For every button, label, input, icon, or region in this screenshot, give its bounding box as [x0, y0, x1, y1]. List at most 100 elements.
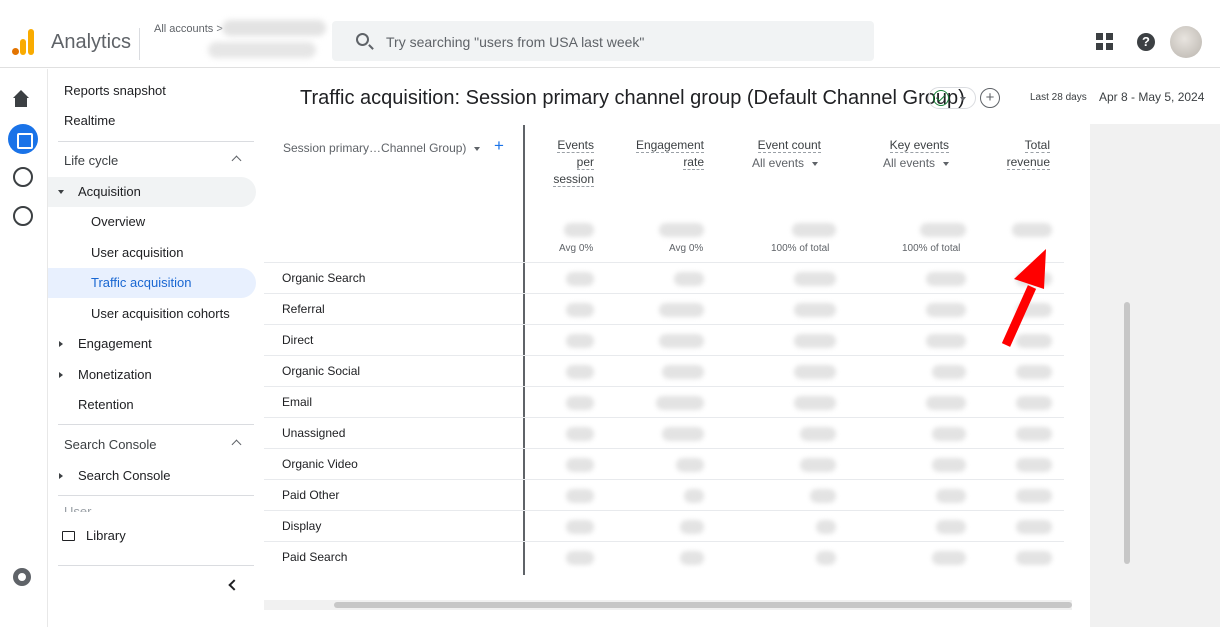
table-row[interactable]: Referral [264, 293, 1064, 324]
reports-icon[interactable] [8, 124, 38, 154]
col-header-events-per-session[interactable]: Events per session [544, 137, 594, 188]
horizontal-scrollbar-thumb[interactable] [334, 602, 1072, 608]
sidebar-divider [58, 141, 254, 142]
dimension-header[interactable]: Session primary…Channel Group) [283, 141, 466, 155]
total-key-events: 100% of total [902, 243, 961, 254]
left-rail [0, 69, 48, 627]
caret-down-icon [58, 190, 64, 194]
nav-reports-snapshot[interactable]: Reports snapshot [48, 76, 256, 106]
all-accounts-link[interactable]: All accounts > [154, 23, 223, 35]
row-channel-label[interactable]: Organic Video [282, 457, 358, 471]
account-name-redacted[interactable] [222, 20, 326, 36]
row-channel-label[interactable]: Paid Other [282, 488, 339, 502]
nav-label: Overview [91, 214, 146, 229]
sidebar-divider [58, 424, 254, 425]
nav-engagement[interactable]: Engagement [48, 329, 256, 359]
nav-label: User acquisition [91, 245, 184, 260]
table-row[interactable]: Display [264, 510, 1064, 541]
col-header-line: Events [557, 138, 594, 153]
col-header-event-count[interactable]: Event count [744, 137, 821, 154]
row-channel-label[interactable]: Organic Social [282, 364, 360, 378]
table-row[interactable]: Organic Social [264, 355, 1064, 386]
table-row[interactable]: Email [264, 386, 1064, 417]
nav-monetization[interactable]: Monetization [48, 360, 256, 390]
home-icon[interactable] [12, 89, 34, 111]
nav-user-acquisition-cohorts[interactable]: User acquisition cohorts [48, 299, 256, 329]
table-row[interactable]: Direct [264, 324, 1064, 355]
table-row[interactable]: Paid Search [264, 541, 1064, 572]
key-events-filter-dropdown[interactable]: All events [883, 156, 950, 170]
right-panel-bg [1090, 124, 1220, 627]
section-title: Life cycle [64, 153, 119, 168]
report-table: Session primary…Channel Group) + Events … [264, 125, 1064, 600]
filter-label: All events [883, 156, 936, 170]
total-event-count: 100% of total [771, 243, 830, 254]
avatar[interactable] [1170, 26, 1202, 58]
nav-label: Acquisition [78, 184, 141, 199]
nav-search-console[interactable]: Search Console [48, 461, 256, 491]
row-channel-label[interactable]: Email [282, 395, 312, 409]
col-header-total-revenue[interactable]: Total revenue [994, 137, 1050, 171]
add-comparison-button[interactable]: + [980, 88, 1000, 108]
analytics-logo-icon[interactable] [12, 29, 36, 55]
filter-label: All events [752, 156, 805, 170]
row-channel-label[interactable]: Paid Search [282, 550, 347, 564]
header-divider [139, 28, 140, 60]
row-channel-label[interactable]: Referral [282, 302, 325, 316]
total-value-redacted [792, 223, 836, 237]
event-count-filter-dropdown[interactable]: All events [752, 156, 819, 170]
date-range-label[interactable]: Last 28 days [1030, 92, 1087, 103]
sidebar-divider [58, 495, 254, 496]
col-header-line: revenue [1006, 155, 1050, 170]
annotation-arrow-icon [1001, 249, 1046, 347]
col-header-line: Total [1024, 138, 1050, 153]
add-dimension-button[interactable]: + [494, 136, 504, 156]
nav-label: Engagement [78, 336, 152, 351]
row-channel-label[interactable]: Organic Search [282, 271, 365, 285]
col-header-line: Key events [889, 138, 949, 153]
horizontal-scrollbar[interactable] [264, 600, 1072, 610]
top-bar: Analytics All accounts > ? [0, 0, 1220, 68]
section-search-console[interactable]: Search Console [48, 430, 254, 460]
col-header-line: Event count [757, 138, 821, 153]
nav-overview[interactable]: Overview [48, 207, 256, 237]
section-title: User [64, 504, 92, 512]
vertical-scrollbar[interactable] [1124, 302, 1130, 564]
row-channel-label[interactable]: Unassigned [282, 426, 345, 440]
folder-icon [62, 531, 75, 541]
settings-icon[interactable] [13, 568, 31, 586]
nav-realtime[interactable]: Realtime [48, 106, 256, 136]
table-row[interactable]: Organic Search [264, 262, 1064, 293]
caret-down-icon[interactable] [474, 147, 480, 151]
col-header-line: per [576, 155, 594, 170]
nav-retention[interactable]: Retention [48, 390, 256, 420]
col-header-engagement-rate[interactable]: Engagement rate [624, 137, 704, 171]
chevron-up-icon [231, 439, 242, 450]
apps-grid-icon[interactable] [1096, 33, 1113, 50]
section-lifecycle[interactable]: Life cycle [48, 146, 254, 176]
table-row[interactable]: Paid Other [264, 479, 1064, 510]
total-events-per-session: Avg 0% [559, 243, 594, 254]
row-channel-label[interactable]: Display [282, 519, 321, 533]
help-icon[interactable]: ? [1137, 33, 1155, 51]
nav-traffic-acquisition[interactable]: Traffic acquisition [48, 268, 256, 298]
table-row[interactable]: Organic Video [264, 448, 1064, 479]
nav-library[interactable]: Library [48, 521, 256, 551]
explore-icon[interactable] [13, 167, 33, 187]
table-row[interactable]: Unassigned [264, 417, 1064, 448]
search-bar[interactable] [332, 21, 874, 61]
advertising-icon[interactable] [13, 206, 33, 226]
property-name-redacted[interactable] [208, 42, 316, 58]
report-status-dropdown[interactable] [928, 87, 976, 109]
total-value-redacted [920, 223, 966, 237]
search-input[interactable] [386, 32, 856, 52]
row-channel-label[interactable]: Direct [282, 333, 313, 347]
caret-right-icon [59, 341, 63, 347]
app-name[interactable]: Analytics [51, 31, 131, 54]
collapse-sidebar-icon[interactable] [228, 579, 240, 591]
nav-user-acquisition[interactable]: User acquisition [48, 238, 256, 268]
section-user[interactable]: User [48, 500, 254, 512]
date-range-picker[interactable]: Apr 8 - May 5, 2024 [1099, 90, 1204, 104]
col-header-key-events[interactable]: Key events [874, 137, 949, 154]
nav-acquisition[interactable]: Acquisition [48, 177, 256, 207]
